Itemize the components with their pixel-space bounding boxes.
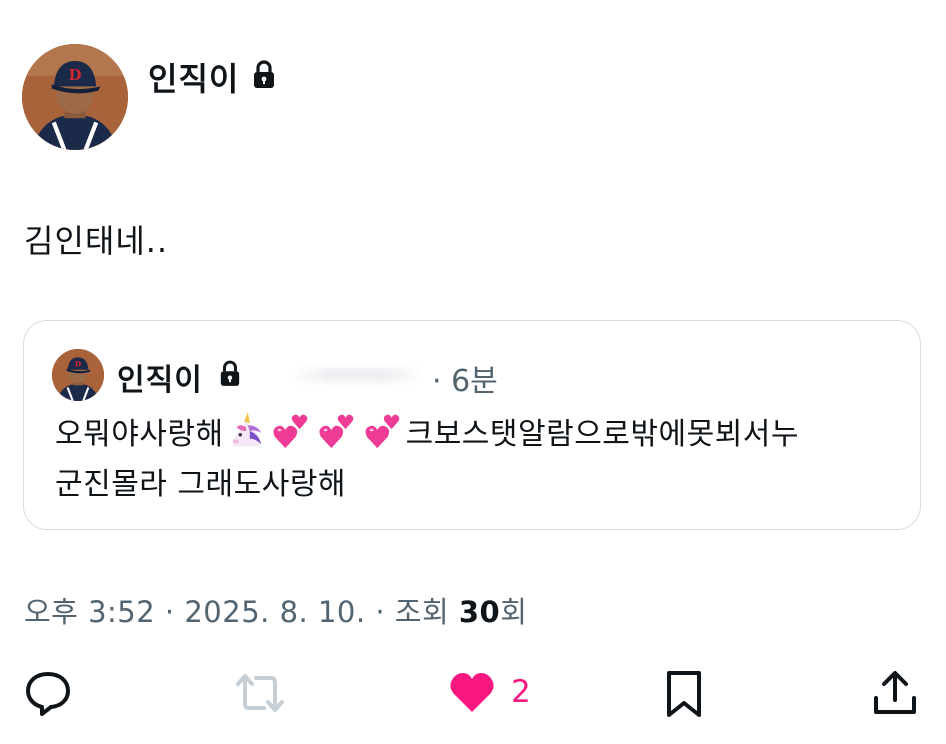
two-hearts-emoji [361, 412, 405, 463]
author-name[interactable]: 인직이 [148, 54, 239, 100]
two-hearts-emoji [315, 412, 359, 463]
quoted-author-avatar[interactable]: D [52, 349, 104, 401]
view-count: 30 [458, 595, 501, 629]
tweet-detail: D 인직이 김인태네.. D 인직이 · 6분 오뭐야사랑해 크보스탯알람으로밖… [0, 0, 946, 744]
quoted-text-start: 오뭐야사랑해 [55, 417, 224, 452]
lock-icon [252, 60, 276, 90]
quoted-text-line2: 군진몰라 그래도사랑해 [55, 467, 347, 502]
quoted-text-end: 크보스탯알람으로밖에못뵈서누 [405, 417, 800, 452]
author-avatar[interactable]: D [22, 44, 128, 150]
blurred-handle [290, 368, 425, 382]
tweet-meta: 오후 3:52 · 2025. 8. 10. · 조회 30회 [24, 589, 527, 631]
view-suffix: 회 [500, 595, 528, 629]
lock-icon [219, 360, 241, 388]
tweet-date[interactable]: · 2025. 8. 10. · 조회 [165, 595, 449, 629]
retweet-icon [234, 670, 286, 716]
tweet-time[interactable]: 오후 3:52 [24, 595, 155, 629]
unicorn-emoji [225, 412, 267, 463]
quoted-tweet-text: 오뭐야사랑해 크보스탯알람으로밖에못뵈서누 군진몰라 그래도사랑해 [55, 412, 895, 507]
bookmark-icon [662, 670, 706, 718]
reply-button[interactable] [24, 670, 72, 716]
two-hearts-emoji [269, 412, 313, 463]
retweet-button[interactable] [234, 670, 286, 716]
quoted-author-name[interactable]: 인직이 [117, 355, 203, 399]
svg-text:D: D [69, 67, 82, 84]
reply-icon [24, 670, 72, 716]
share-icon [872, 670, 918, 716]
like-count[interactable]: 2 [511, 674, 531, 710]
share-button[interactable] [872, 670, 918, 716]
svg-text:D: D [75, 360, 81, 369]
quoted-tweet-time[interactable]: · 6분 [432, 356, 498, 400]
tweet-text: 김인태네.. [24, 222, 169, 260]
bookmark-button[interactable] [662, 670, 706, 718]
